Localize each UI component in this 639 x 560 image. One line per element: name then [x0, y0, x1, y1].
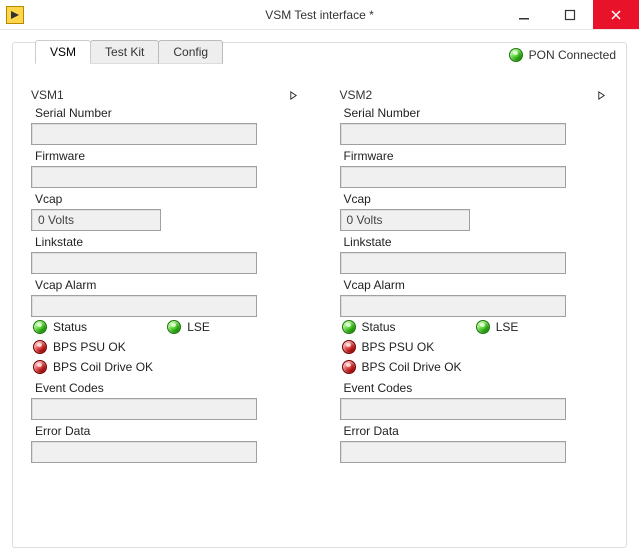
window-controls	[501, 0, 639, 29]
panel-vsm2-header: VSM2	[340, 88, 609, 102]
panel-vsm2: VSM2 Serial Number Firmware Vcap 0 Volts…	[340, 88, 609, 463]
vsm1-linkstate-value	[31, 252, 257, 274]
vsm1-firmware-value	[31, 166, 257, 188]
vsm2-lse-led-icon	[476, 320, 490, 334]
panel-vsm1-title: VSM1	[31, 88, 64, 102]
vsm2-status-led-icon	[342, 320, 356, 334]
vsm1-bpspsu-label: BPS PSU OK	[53, 340, 126, 354]
titlebar: VSM Test interface *	[0, 0, 639, 30]
tab-testkit[interactable]: Test Kit	[90, 40, 159, 64]
pon-led-icon	[509, 48, 523, 62]
panel-vsm2-title: VSM2	[340, 88, 373, 102]
right-chevron-icon	[597, 91, 606, 100]
right-chevron-icon	[289, 91, 298, 100]
vsm2-lse-label: LSE	[496, 320, 519, 334]
vsm1-vcap-value: 0 Volts	[31, 209, 161, 231]
vsm2-linkstate-label: Linkstate	[340, 233, 396, 250]
vsm2-bpspsu-indicator: BPS PSU OK	[340, 337, 609, 357]
vsm1-serial-label: Serial Number	[31, 104, 116, 121]
vsm2-vcapalarm-value	[340, 295, 566, 317]
panel-vsm1-header: VSM1	[31, 88, 300, 102]
tab-vsm[interactable]: VSM	[35, 40, 91, 64]
vsm1-bpscoil-led-icon	[33, 360, 47, 374]
vsm1-bpscoil-indicator: BPS Coil Drive OK	[31, 357, 300, 377]
pon-status: PON Connected	[509, 48, 616, 62]
vsm1-eventcodes-value	[31, 398, 257, 420]
vsm2-bpscoil-indicator: BPS Coil Drive OK	[340, 357, 609, 377]
vsm2-bpscoil-led-icon	[342, 360, 356, 374]
vsm1-status-label: Status	[53, 320, 87, 334]
panel-vsm1: VSM1 Serial Number Firmware Vcap 0 Volts…	[31, 88, 300, 463]
vsm2-serial-value	[340, 123, 566, 145]
vsm2-vcap-label: Vcap	[340, 190, 375, 207]
vsm2-errordata-label: Error Data	[340, 422, 403, 439]
vsm1-bpspsu-indicator: BPS PSU OK	[31, 337, 300, 357]
vsm2-errordata-value	[340, 441, 566, 463]
main-frame: VSM Test Kit Config PON Connected VSM1 S…	[12, 42, 627, 548]
vsm1-status-led-icon	[33, 320, 47, 334]
tabs-row: VSM Test Kit Config PON Connected	[13, 42, 626, 70]
tab-config[interactable]: Config	[158, 40, 223, 64]
vsm1-vcapalarm-value	[31, 295, 257, 317]
vsm2-serial-label: Serial Number	[340, 104, 425, 121]
vsm1-lse-indicator: LSE	[165, 317, 299, 337]
vsm2-linkstate-value	[340, 252, 566, 274]
vsm1-linkstate-label: Linkstate	[31, 233, 87, 250]
vsm1-vcap-label: Vcap	[31, 190, 66, 207]
close-icon	[610, 9, 622, 21]
vsm1-firmware-label: Firmware	[31, 147, 89, 164]
vsm2-firmware-value	[340, 166, 566, 188]
panel-vsm1-chevron[interactable]	[289, 91, 298, 100]
vsm2-lse-indicator: LSE	[474, 317, 608, 337]
vsm1-vcapalarm-label: Vcap Alarm	[31, 276, 100, 293]
vsm2-bpspsu-led-icon	[342, 340, 356, 354]
vsm1-eventcodes-label: Event Codes	[31, 379, 108, 396]
vsm1-errordata-value	[31, 441, 257, 463]
vsm1-bpspsu-led-icon	[33, 340, 47, 354]
vsm1-serial-value	[31, 123, 257, 145]
vsm1-lse-led-icon	[167, 320, 181, 334]
maximize-icon	[564, 9, 576, 21]
minimize-icon	[518, 9, 530, 21]
vsm2-vcapalarm-label: Vcap Alarm	[340, 276, 409, 293]
vsm2-eventcodes-value	[340, 398, 566, 420]
pon-status-label: PON Connected	[529, 48, 616, 62]
content-grid: VSM1 Serial Number Firmware Vcap 0 Volts…	[31, 88, 608, 463]
vsm1-bpscoil-label: BPS Coil Drive OK	[53, 360, 153, 374]
vsm2-eventcodes-label: Event Codes	[340, 379, 417, 396]
vsm2-status-indicator: Status	[340, 317, 474, 337]
vsm1-lse-label: LSE	[187, 320, 210, 334]
vsm2-status-label: Status	[362, 320, 396, 334]
vsm2-bpscoil-label: BPS Coil Drive OK	[362, 360, 462, 374]
vsm2-vcap-value: 0 Volts	[340, 209, 470, 231]
app-icon	[6, 6, 24, 24]
close-button[interactable]	[593, 0, 639, 29]
vsm2-bpspsu-label: BPS PSU OK	[362, 340, 435, 354]
vsm2-firmware-label: Firmware	[340, 147, 398, 164]
minimize-button[interactable]	[501, 0, 547, 29]
maximize-button[interactable]	[547, 0, 593, 29]
vsm1-status-indicator: Status	[31, 317, 165, 337]
tab-strip: VSM Test Kit Config	[35, 40, 222, 64]
vsm1-errordata-label: Error Data	[31, 422, 94, 439]
panel-vsm2-chevron[interactable]	[597, 91, 606, 100]
